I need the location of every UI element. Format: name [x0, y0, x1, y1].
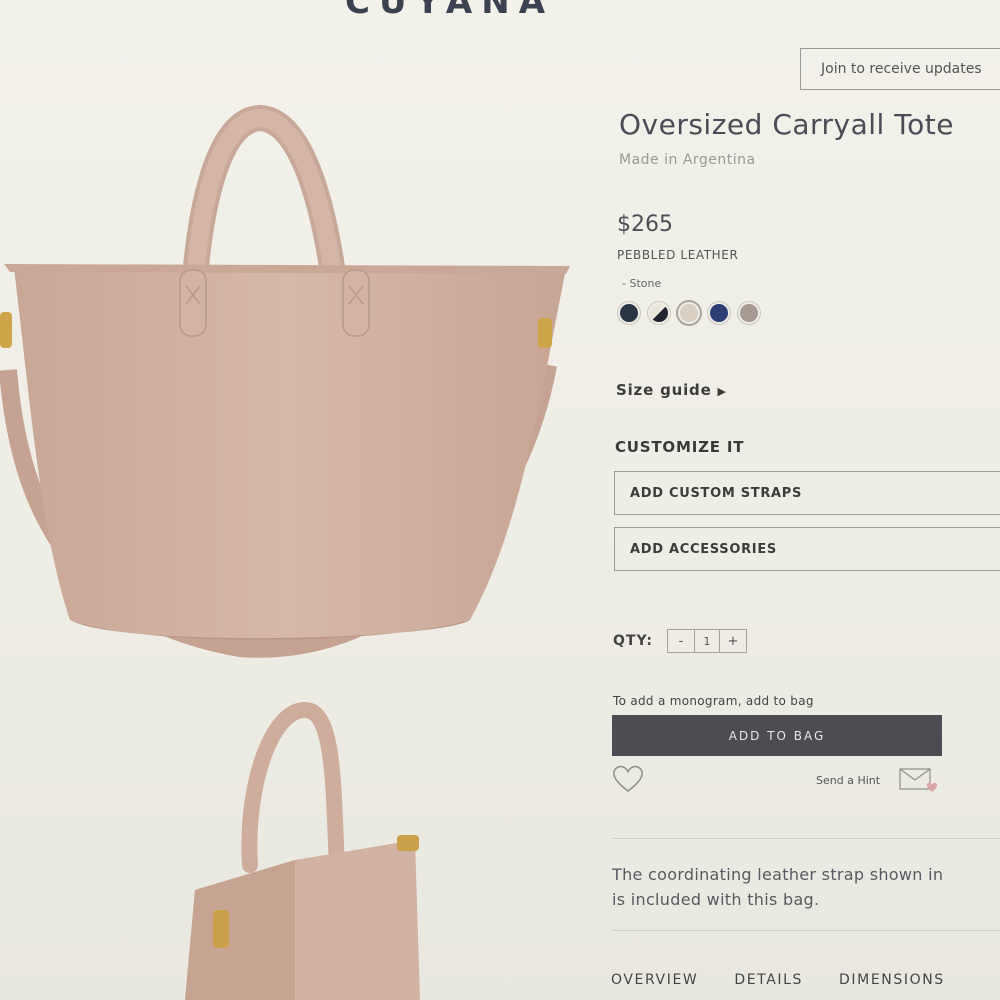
qty-decrement-button[interactable]: - [668, 630, 694, 652]
qty-label: QTY: [613, 633, 653, 649]
product-image-secondary[interactable] [185, 700, 425, 1000]
product-price: $265 [617, 212, 673, 237]
product-description: The coordinating leather strap shown in … [612, 862, 1000, 912]
description-line: The coordinating leather strap shown in [612, 865, 944, 884]
tab-dimensions[interactable]: DIMENSIONS [839, 972, 945, 988]
selected-color-name: - Stone [622, 277, 662, 290]
color-swatch-blue[interactable] [708, 302, 730, 324]
brand-logo[interactable]: CUYANA [345, 0, 554, 22]
color-swatch-taupe[interactable] [738, 302, 760, 324]
add-accessories-button[interactable]: ADD ACCESSORIES [614, 527, 1000, 571]
product-page: CUYANA Join to receive updates Oversized… [0, 0, 1000, 1000]
tab-details[interactable]: DETAILS [734, 972, 803, 988]
product-image-main[interactable] [0, 100, 580, 680]
quantity-stepper: - 1 + [667, 629, 747, 653]
customize-heading: CUSTOMIZE IT [615, 438, 745, 456]
qty-value[interactable]: 1 [694, 630, 720, 652]
qty-increment-button[interactable]: + [720, 630, 746, 652]
monogram-note: To add a monogram, add to bag [613, 694, 814, 708]
divider [612, 838, 1000, 839]
product-title: Oversized Carryall Tote [619, 108, 954, 141]
add-to-bag-button[interactable]: ADD TO BAG [612, 715, 942, 756]
product-material: PEBBLED LEATHER [617, 248, 739, 262]
join-updates-button[interactable]: Join to receive updates [800, 48, 1000, 90]
send-hint-link[interactable]: Send a Hint [816, 774, 880, 787]
tab-overview[interactable]: OVERVIEW [611, 972, 698, 988]
size-guide-label: Size guide [616, 381, 712, 399]
add-custom-straps-button[interactable]: ADD CUSTOM STRAPS [614, 471, 1000, 515]
heart-icon[interactable] [612, 765, 644, 793]
color-swatch-stone[interactable] [678, 302, 700, 324]
color-swatches [618, 302, 760, 324]
caret-right-icon: ▶ [717, 385, 727, 398]
description-line: is included with this bag. [612, 890, 820, 909]
mail-heart-icon[interactable] [899, 768, 941, 794]
divider [612, 930, 1000, 931]
color-swatch-navy[interactable] [618, 302, 640, 324]
size-guide-link[interactable]: Size guide ▶ [616, 381, 727, 399]
product-origin: Made in Argentina [619, 152, 756, 168]
color-swatch-black-cream[interactable] [648, 302, 670, 324]
product-tabs: OVERVIEW DETAILS DIMENSIONS [611, 972, 945, 988]
